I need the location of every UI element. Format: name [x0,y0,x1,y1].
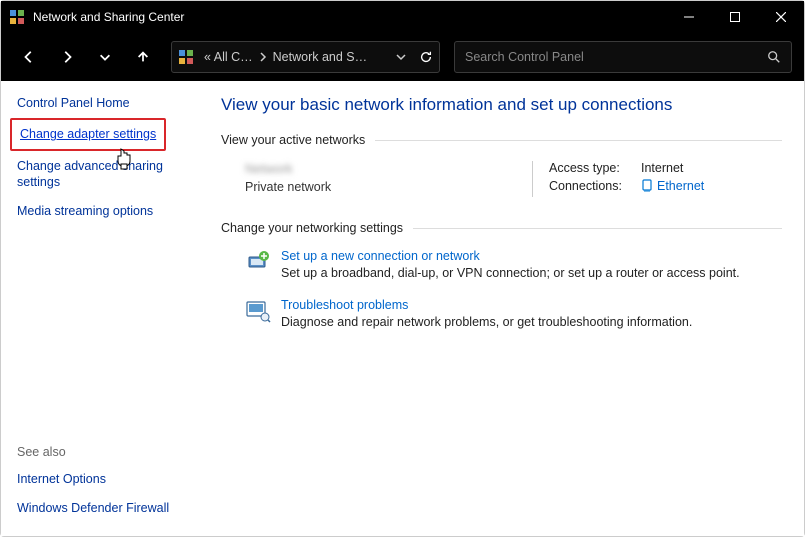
highlighted-link-box: Change adapter settings [10,118,166,150]
window-title: Network and Sharing Center [33,10,666,24]
close-button[interactable] [758,1,804,33]
troubleshoot-desc: Diagnose and repair network problems, or… [281,315,692,329]
setting-new-connection: Set up a new connection or network Set u… [245,249,782,280]
section-active-networks: View your active networks [221,133,782,147]
connections-link[interactable]: Ethernet [657,179,704,193]
sidebar-home[interactable]: Control Panel Home [17,95,195,111]
new-connection-icon [245,249,271,275]
up-button[interactable] [127,41,159,73]
setup-connection-link[interactable]: Set up a new connection or network [281,249,740,263]
search-icon[interactable] [767,50,781,64]
control-panel-icon [9,9,25,25]
see-also-label: See also [17,445,195,459]
section-change-settings: Change your networking settings [221,221,782,235]
troubleshoot-icon [245,298,271,324]
navbar: « All C… Network and S… [1,33,804,81]
page-heading: View your basic network information and … [221,95,782,115]
sidebar-internet-options[interactable]: Internet Options [17,471,195,487]
breadcrumb-seg-1[interactable]: « All C… [204,50,253,64]
network-type: Private network [245,180,532,194]
access-type-label: Access type: [549,161,641,175]
maximize-button[interactable] [712,1,758,33]
connections-label: Connections: [549,179,641,193]
sidebar-advanced-sharing[interactable]: Change advanced sharing settings [17,158,195,191]
forward-button[interactable] [51,41,83,73]
chevron-right-icon [259,52,267,62]
back-button[interactable] [13,41,45,73]
search-bar[interactable] [454,41,792,73]
breadcrumb-seg-2[interactable]: Network and S… [273,50,367,64]
sidebar-media-streaming[interactable]: Media streaming options [17,203,195,219]
titlebar: Network and Sharing Center [1,1,804,33]
control-panel-icon [178,49,194,65]
chevron-down-icon[interactable] [395,53,407,61]
sidebar: Control Panel Home Change adapter settin… [1,81,211,536]
minimize-button[interactable] [666,1,712,33]
sidebar-windows-firewall[interactable]: Windows Defender Firewall [17,500,195,516]
setup-connection-desc: Set up a broadband, dial-up, or VPN conn… [281,266,740,280]
troubleshoot-link[interactable]: Troubleshoot problems [281,298,692,312]
recent-locations-button[interactable] [89,41,121,73]
setting-troubleshoot: Troubleshoot problems Diagnose and repai… [245,298,782,329]
section-label: Change your networking settings [221,221,403,235]
address-bar[interactable]: « All C… Network and S… [171,41,440,73]
network-name: Network [245,161,532,176]
sidebar-adapter-settings[interactable]: Change adapter settings [17,124,159,144]
access-type-value: Internet [641,161,683,175]
main-panel: View your basic network information and … [211,81,804,536]
ethernet-icon [641,179,653,193]
section-label: View your active networks [221,133,365,147]
refresh-button[interactable] [419,50,433,64]
search-input[interactable] [465,50,767,64]
